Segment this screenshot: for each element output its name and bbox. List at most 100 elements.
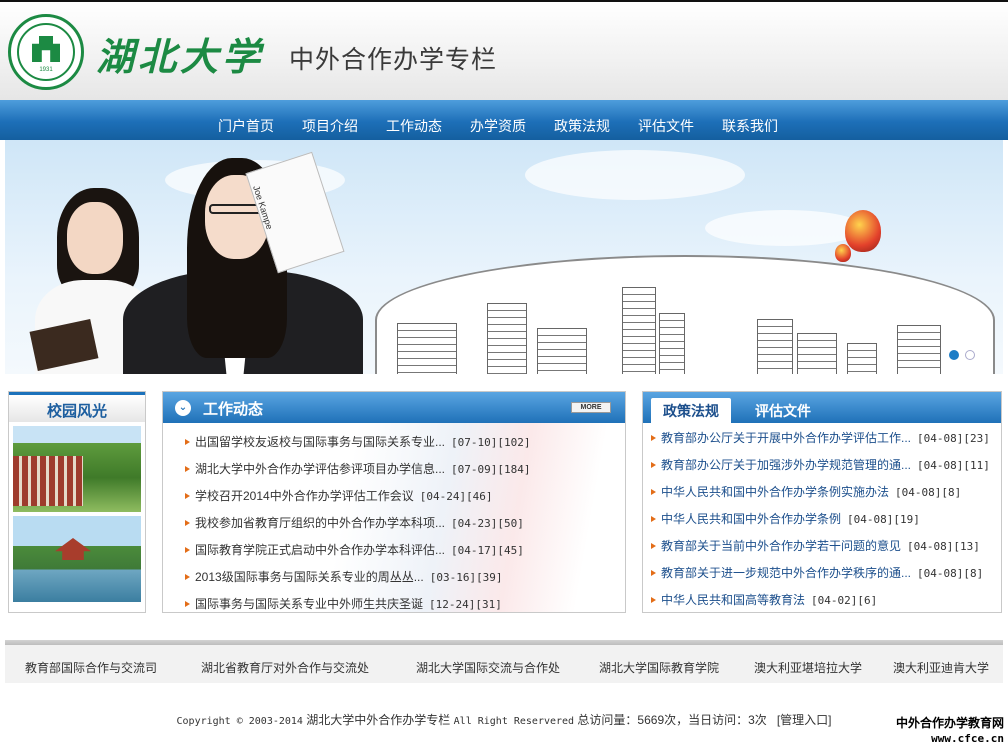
footer-link-hubei-edu[interactable]: 湖北省教育厅对外合作与交流处 — [201, 659, 369, 676]
policy-link[interactable]: 教育部关于进一步规范中外合作办学秩序的通... — [661, 566, 911, 580]
policy-views: [19] — [893, 513, 920, 526]
list-item[interactable]: 学校召开2014中外合作办学评估工作会议 [04-24][46] — [185, 488, 615, 515]
policy-views: [13] — [953, 540, 980, 553]
university-calligraphy-name[interactable]: 湖北大学 — [96, 26, 264, 81]
nav-item-projects[interactable]: 项目介绍 — [302, 116, 358, 136]
watermark: 中外合作办学教育网 www.cfce.cn — [888, 716, 1004, 748]
tab-assessment-docs[interactable]: 评估文件 — [743, 398, 823, 423]
nav-item-news[interactable]: 工作动态 — [386, 116, 442, 136]
policy-link[interactable]: 教育部办公厅关于加强涉外办学规范管理的通... — [661, 458, 911, 472]
university-seal-logo[interactable]: 1931 — [8, 14, 84, 90]
partner-links: 教育部国际合作与交流司 湖北省教育厅对外合作与交流处 湖北大学国际交流与合作处 … — [5, 645, 1003, 683]
building — [487, 303, 527, 374]
visit-stats: 总访问量：5669次，当日访问：3次 — [577, 713, 767, 727]
news-link[interactable]: 湖北大学中外合作办学评估参评项目办学信息... — [195, 462, 445, 476]
building — [847, 343, 877, 374]
policy-link[interactable]: 教育部关于当前中外合作办学若干问题的意见 — [661, 539, 901, 553]
site-header: 1931 湖北大学 中外合作办学专栏 — [0, 2, 1008, 100]
list-item[interactable]: 中华人民共和国中外合作办学条例实施办法 [04-08][8] — [651, 484, 1001, 511]
news-date: [04-24] — [419, 490, 467, 503]
news-link[interactable]: 学校召开2014中外合作办学评估工作会议 — [195, 489, 414, 503]
site-subtitle: 中外合作办学专栏 — [289, 46, 498, 74]
campus-scenery-panel: 校园风光 — [8, 391, 146, 613]
tab-policies[interactable]: 政策法规 — [651, 398, 731, 423]
city-hills-illustration — [375, 255, 995, 374]
policy-link[interactable]: 教育部办公厅关于开展中外合作办学评估工作... — [661, 431, 911, 445]
building — [397, 323, 457, 374]
news-header: ⌄ 工作动态 MORE — [163, 392, 625, 423]
news-link[interactable]: 出国留学校友返校与国际事务与国际关系专业... — [195, 435, 445, 449]
footer-link-moe[interactable]: 教育部国际合作与交流司 — [25, 659, 157, 676]
building — [757, 319, 793, 374]
footer-link-canberra[interactable]: 澳大利亚堪培拉大学 — [754, 659, 862, 676]
policy-date: [04-08] — [917, 459, 964, 472]
list-item[interactable]: 国际教育学院正式启动中外合作办学本科评估... [04-17][45] — [185, 542, 615, 569]
news-list: 出国留学校友返校与国际事务与国际关系专业... [07-10][102] 湖北大学… — [185, 434, 615, 612]
policy-tabs: 政策法规 评估文件 — [643, 392, 1001, 423]
campus-title: 校园风光 — [9, 392, 145, 422]
news-link[interactable]: 我校参加省教育厅组织的中外合作办学本科项... — [195, 516, 445, 530]
list-item[interactable]: 国际事务与国际关系专业中外师生共庆圣诞 [12-24][31] — [185, 596, 615, 612]
building — [537, 328, 587, 374]
policy-link[interactable]: 中华人民共和国中外合作办学条例 — [661, 512, 841, 526]
campus-photo-pavilion[interactable] — [13, 516, 141, 602]
policy-list: 教育部办公厅关于开展中外合作办学评估工作... [04-08][23] 教育部办公… — [651, 430, 1001, 619]
list-item[interactable]: 我校参加省教育厅组织的中外合作办学本科项... [04-23][50] — [185, 515, 615, 542]
main-nav: 门户首页 项目介绍 工作动态 办学资质 政策法规 评估文件 联系我们 — [0, 100, 1008, 140]
list-item[interactable]: 教育部办公厅关于开展中外合作办学评估工作... [04-08][23] — [651, 430, 1001, 457]
building — [897, 325, 941, 374]
news-date: [07-09] — [451, 463, 498, 476]
list-item[interactable]: 教育部办公厅关于加强涉外办学规范管理的通... [04-08][11] — [651, 457, 1001, 484]
admin-link[interactable]: [管理入口] — [777, 713, 832, 727]
nav-item-contact[interactable]: 联系我们 — [722, 116, 778, 136]
news-views: [102] — [497, 436, 531, 449]
news-views: [46] — [466, 490, 493, 503]
list-item[interactable]: 湖北大学中外合作办学评估参评项目办学信息... [07-09][184] — [185, 461, 615, 488]
news-link[interactable]: 2013级国际事务与国际关系专业的周丛丛... — [195, 570, 424, 584]
policy-date: [04-08] — [847, 513, 894, 526]
hero-banner[interactable]: Joe Kampe — [5, 140, 1003, 374]
campus-photo-building[interactable] — [13, 426, 141, 512]
slider-dot-2[interactable] — [965, 350, 975, 360]
policy-link[interactable]: 中华人民共和国中外合作办学条例实施办法 — [661, 485, 889, 499]
news-date: [12-24] — [429, 598, 476, 611]
site-name: 湖北大学中外合作办学专栏 — [306, 713, 451, 727]
policy-date: [04-08] — [895, 486, 942, 499]
policy-views: [23] — [963, 432, 990, 445]
news-title: 工作动态 — [203, 401, 264, 418]
slider-dot-1[interactable] — [949, 350, 959, 360]
more-button[interactable]: MORE — [571, 402, 611, 413]
list-item[interactable]: 教育部关于当前中外合作办学若干问题的意见 [04-08][13] — [651, 538, 1001, 565]
cloud — [705, 210, 865, 246]
list-item[interactable]: 中华人民共和国中外合作办学条例 [04-08][19] — [651, 511, 1001, 538]
list-item[interactable]: 2013级国际事务与国际关系专业的周丛丛... [03-16][39] — [185, 569, 615, 596]
building — [13, 456, 83, 506]
policy-date: [04-08] — [917, 567, 964, 580]
policy-panel: 政策法规 评估文件 教育部办公厅关于开展中外合作办学评估工作... [04-08]… — [642, 391, 1002, 613]
footer-link-deakin[interactable]: 澳大利亚迪肯大学 — [893, 659, 989, 676]
hot-air-balloon — [835, 244, 851, 262]
chevron-down-icon: ⌄ — [175, 400, 191, 416]
nav-item-policies[interactable]: 政策法规 — [554, 116, 610, 136]
list-item[interactable]: 出国留学校友返校与国际事务与国际关系专业... [07-10][102] — [185, 434, 615, 461]
news-link[interactable]: 国际事务与国际关系专业中外师生共庆圣诞 — [195, 597, 423, 611]
building — [622, 287, 656, 374]
copyright-prefix: Copyright © 2003-2014 — [176, 716, 303, 727]
news-date: [07-10] — [451, 436, 498, 449]
news-views: [45] — [497, 544, 524, 557]
footer-link-hubu-edu-college[interactable]: 湖北大学国际教育学院 — [599, 659, 719, 676]
footer-link-hubu-intl[interactable]: 湖北大学国际交流与合作处 — [416, 659, 560, 676]
hot-air-balloon — [845, 210, 881, 252]
policy-date: [04-02] — [811, 594, 858, 607]
news-link[interactable]: 国际教育学院正式启动中外合作办学本科评估... — [195, 543, 445, 557]
news-views: [184] — [497, 463, 531, 476]
building — [659, 313, 685, 374]
news-date: [04-17] — [451, 544, 498, 557]
list-item[interactable]: 教育部关于进一步规范中外合作办学秩序的通... [04-08][8] — [651, 565, 1001, 592]
nav-item-home[interactable]: 门户首页 — [218, 116, 274, 136]
policy-views: [8] — [963, 567, 984, 580]
list-item[interactable]: 中华人民共和国高等教育法 [04-02][6] — [651, 592, 1001, 619]
nav-item-assessment[interactable]: 评估文件 — [638, 116, 694, 136]
nav-item-qualifications[interactable]: 办学资质 — [470, 116, 526, 136]
policy-link[interactable]: 中华人民共和国高等教育法 — [661, 593, 805, 607]
